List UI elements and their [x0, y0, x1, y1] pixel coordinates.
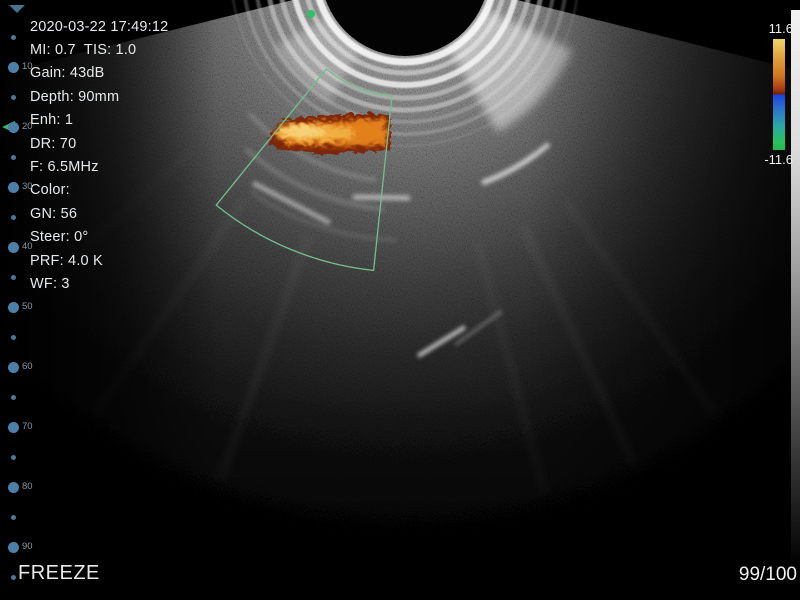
ruler-depth-label-20: 20: [22, 121, 33, 133]
ruler-major-dot-20: [8, 122, 19, 133]
param-mi-tis: MI: 0.7 TIS: 1.0: [30, 39, 136, 62]
ruler-minor-dot: [11, 35, 16, 40]
ruler-depth-label-70: 70: [22, 421, 33, 433]
param-wf: WF: 3: [30, 273, 136, 296]
ruler-major-dot-30: [8, 182, 19, 193]
ultrasound-screen: 2020-03-22 17:49:12 MI: 0.7 TIS: 1.0Gain…: [0, 0, 800, 600]
ruler-major-dot-50: [8, 302, 19, 313]
ruler-minor-dot: [11, 95, 16, 100]
colorbar-min-label: -11.6: [733, 152, 793, 167]
param-steer: Steer: 0°: [30, 226, 136, 249]
colorbar-gradient: [773, 39, 785, 150]
ruler-minor-dot: [11, 155, 16, 160]
ruler-depth-label-40: 40: [22, 241, 33, 253]
colorbar-max-label: 11.6: [733, 21, 793, 36]
ruler-minor-dot: [11, 215, 16, 220]
ruler-depth-label-10: 10: [22, 61, 33, 73]
ruler-major-dot-70: [8, 422, 19, 433]
ruler-major-dot-10: [8, 62, 19, 73]
ruler-minor-dot: [11, 335, 16, 340]
param-prf: PRF: 4.0 K: [30, 250, 136, 273]
freeze-status-label: FREEZE: [18, 562, 100, 585]
ruler-depth-label-60: 60: [22, 361, 33, 373]
param-enh: Enh: 1: [30, 109, 136, 132]
datetime-label: 2020-03-22 17:49:12: [30, 16, 168, 39]
ruler-depth-label-30: 30: [22, 181, 33, 193]
ruler-minor-dot: [11, 455, 16, 460]
ruler-depth-label-50: 50: [22, 301, 33, 313]
param-dr: DR: 70: [30, 133, 136, 156]
right-edge-highlight: [791, 10, 800, 565]
param-color-header: Color:: [30, 179, 136, 202]
ruler-minor-dot: [11, 395, 16, 400]
ruler-depth-label-90: 90: [22, 541, 33, 553]
param-color-gain: GN: 56: [30, 203, 136, 226]
depth-ruler: 10 20 30 40 50 60 70 80 90: [0, 0, 40, 600]
ruler-depth-label-80: 80: [22, 481, 33, 493]
frame-counter: 99/100: [739, 564, 797, 586]
ruler-major-dot-90: [8, 542, 19, 553]
probe-apex-dot: [307, 10, 315, 18]
ruler-minor-dot: [11, 275, 16, 280]
ruler-major-dot-60: [8, 362, 19, 373]
ruler-major-dot-40: [8, 242, 19, 253]
param-depth: Depth: 90mm: [30, 86, 136, 109]
imaging-params-panel: MI: 0.7 TIS: 1.0Gain: 43dBDepth: 90mmEnh…: [30, 39, 136, 296]
param-gain: Gain: 43dB: [30, 62, 136, 85]
ruler-minor-dot: [11, 575, 16, 580]
orientation-chevron-icon: [9, 5, 25, 13]
ruler-major-dot-80: [8, 482, 19, 493]
ruler-minor-dot: [11, 515, 16, 520]
param-freq: F: 6.5MHz: [30, 156, 136, 179]
